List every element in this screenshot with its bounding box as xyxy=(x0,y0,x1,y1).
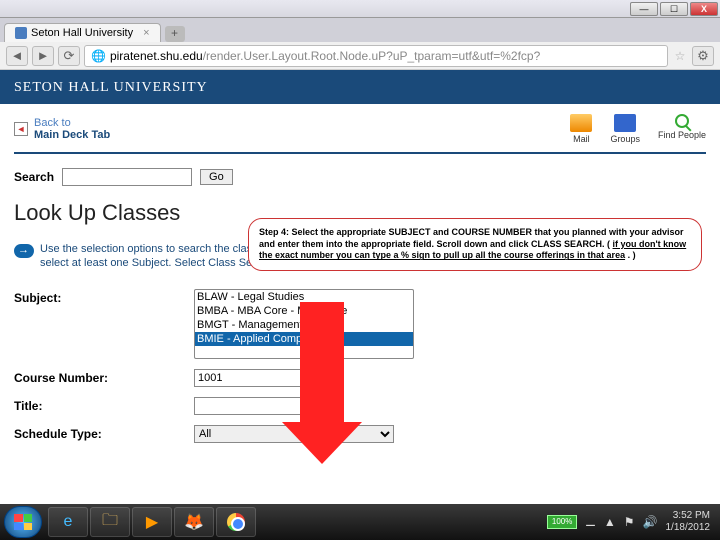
battery-indicator[interactable]: 100% xyxy=(547,515,577,529)
divider xyxy=(14,152,706,154)
mail-label: Mail xyxy=(573,134,590,144)
url-input[interactable]: 🌐 piratenet.shu.edu /render.User.Layout.… xyxy=(84,45,668,67)
ie-taskbar-icon[interactable]: e xyxy=(48,507,88,537)
back-line2: Main Deck Tab xyxy=(34,129,110,141)
address-bar: ◄ ► ⟳ 🌐 piratenet.shu.edu /render.User.L… xyxy=(0,42,720,70)
explorer-taskbar-icon[interactable]: 🗀 xyxy=(90,507,130,537)
tab-close-icon[interactable]: × xyxy=(143,27,149,39)
mail-icon xyxy=(570,114,592,132)
windows-taskbar: e 🗀 ▶ 🦊 100% ⚊ ▲ ⚑ 🔊 3:52 PM 1/18/2012 xyxy=(0,504,720,540)
search-label: Search xyxy=(14,170,54,184)
chrome-taskbar-icon[interactable] xyxy=(216,507,256,537)
start-button[interactable] xyxy=(4,506,42,538)
clock-time: 3:52 PM xyxy=(666,510,711,522)
back-to-main-deck-link[interactable]: ◄ Back to Main Deck Tab xyxy=(14,117,110,141)
close-button[interactable]: X xyxy=(690,2,718,16)
tray-arrow-icon[interactable]: ▲ xyxy=(604,515,616,529)
university-banner: SETON HALL UNIVERSITY xyxy=(0,70,720,104)
tab-title: Seton Hall University xyxy=(31,27,133,39)
back-arrow-icon: ◄ xyxy=(14,122,28,136)
banner-text: SETON HALL UNIVERSITY xyxy=(14,80,208,95)
network-icon[interactable]: ⚊ xyxy=(585,515,596,529)
find-label: Find People xyxy=(658,130,706,140)
reload-button[interactable]: ⟳ xyxy=(58,46,80,66)
maximize-button[interactable]: ☐ xyxy=(660,2,688,16)
back-line1: Back to xyxy=(34,117,71,129)
mail-link[interactable]: Mail xyxy=(570,114,592,144)
new-tab-button[interactable]: + xyxy=(165,26,185,42)
volume-icon[interactable]: 🔊 xyxy=(643,515,658,529)
url-path: /render.User.Layout.Root.Node.uP?uP_tpar… xyxy=(203,49,541,63)
course-number-label: Course Number: xyxy=(14,369,194,385)
window-titlebar: — ☐ X xyxy=(0,0,720,18)
media-player-taskbar-icon[interactable]: ▶ xyxy=(132,507,172,537)
groups-link[interactable]: Groups xyxy=(610,114,640,144)
browser-tab[interactable]: Seton Hall University × xyxy=(4,23,161,42)
minimize-button[interactable]: — xyxy=(630,2,658,16)
subject-label: Subject: xyxy=(14,289,194,305)
clock-date: 1/18/2012 xyxy=(666,522,711,534)
firefox-taskbar-icon[interactable]: 🦊 xyxy=(174,507,214,537)
page-content: SETON HALL UNIVERSITY ◄ Back to Main Dec… xyxy=(0,70,720,504)
menu-button[interactable]: ⚙ xyxy=(692,46,714,66)
search-input[interactable] xyxy=(62,168,192,186)
instruction-callout: Step 4: Select the appropriate SUBJECT a… xyxy=(248,218,702,271)
back-nav-button[interactable]: ◄ xyxy=(6,46,28,66)
forward-nav-button[interactable]: ► xyxy=(32,46,54,66)
browser-tabs: Seton Hall University × + xyxy=(0,18,720,42)
url-host: piratenet.shu.edu xyxy=(110,49,203,63)
info-icon xyxy=(14,244,34,258)
flag-icon[interactable]: ⚑ xyxy=(624,515,635,529)
red-arrow-annotation xyxy=(300,302,362,464)
groups-label: Groups xyxy=(610,134,640,144)
search-icon xyxy=(675,114,689,128)
favicon-icon xyxy=(15,27,27,39)
groups-icon xyxy=(614,114,636,132)
find-people-link[interactable]: Find People xyxy=(658,114,706,144)
schedule-type-label: Schedule Type: xyxy=(14,425,194,441)
go-button[interactable]: Go xyxy=(200,169,233,185)
callout-suffix: . ) xyxy=(625,250,636,260)
bookmark-star-icon[interactable]: ☆ xyxy=(672,49,688,63)
title-label: Title: xyxy=(14,397,194,413)
windows-logo-icon xyxy=(14,514,32,530)
system-clock[interactable]: 3:52 PM 1/18/2012 xyxy=(666,510,717,534)
